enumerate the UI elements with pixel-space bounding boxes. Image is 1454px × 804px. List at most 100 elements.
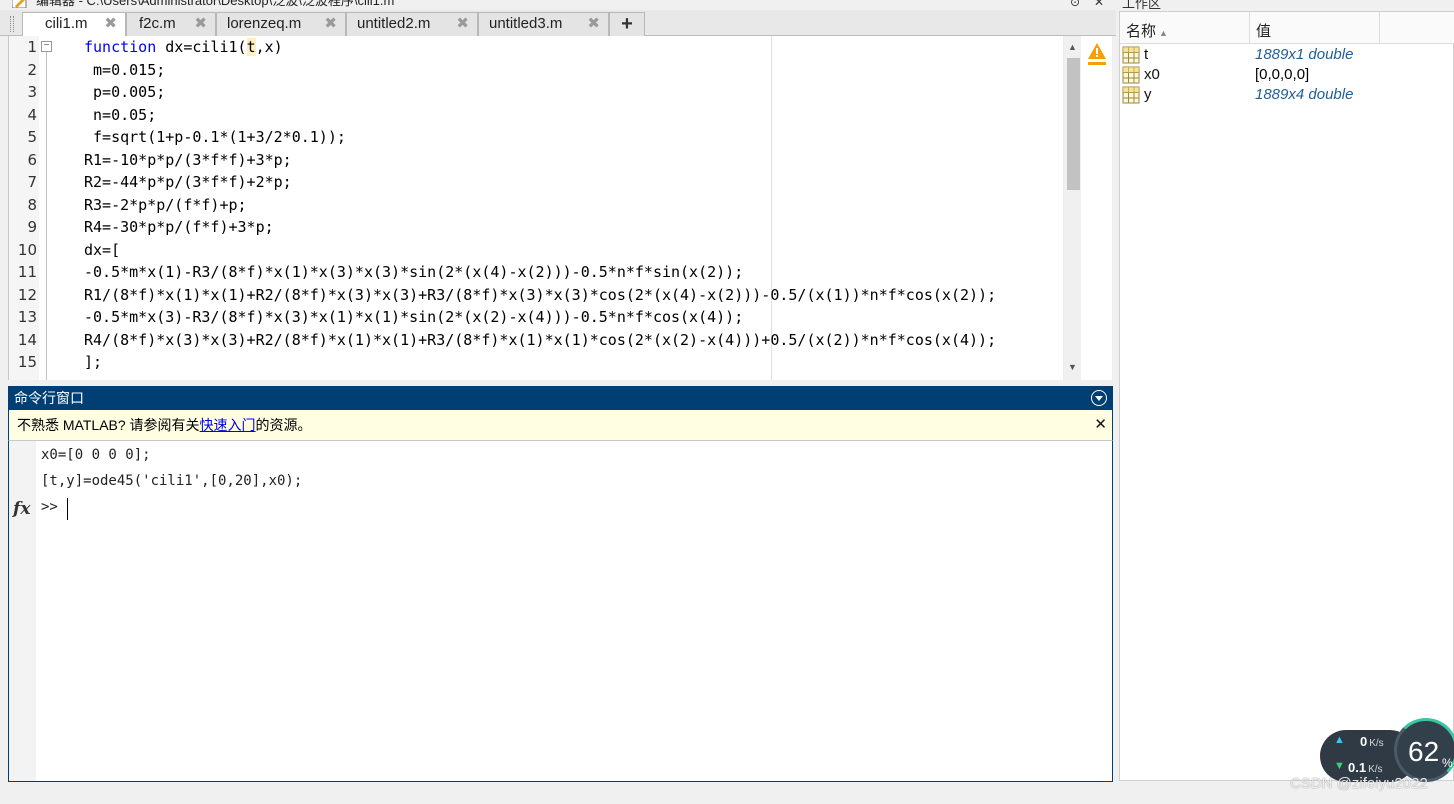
code-line-4: n=0.05; (84, 106, 157, 124)
upload-value: 0 (1360, 734, 1368, 749)
code-line-7: R2=-44*p*p/(3*f*f)+2*p; (84, 173, 292, 191)
line-number: 1 (27, 38, 37, 56)
code-line-10: dx=[ (84, 241, 121, 259)
speed-unit: K/s (1369, 738, 1384, 749)
tab-close-icon[interactable]: ✖ (194, 13, 207, 35)
command-window-header: 命令行窗口 (8, 386, 1113, 410)
command-window-title: 命令行窗口 (14, 390, 84, 406)
download-speed: 0.1 K/s (1348, 760, 1383, 775)
workspace-header: 名称 ▲ 值 (1120, 12, 1454, 44)
line-number: 10 (17, 241, 37, 259)
tab-close-icon[interactable]: ✖ (456, 13, 469, 35)
usage-percent: 62 (1408, 736, 1440, 767)
variable-value: [0,0,0,0] (1255, 66, 1310, 83)
variable-name: y (1144, 86, 1152, 103)
line-number: 12 (17, 286, 37, 304)
warning-icon[interactable] (1087, 42, 1107, 66)
code-line-2: m=0.015; (84, 61, 166, 79)
banner-text: 不熟悉 MATLAB? 请参阅有关 (17, 417, 200, 433)
network-speed-widget[interactable]: ▲ 0 K/s ▼ 0.1 K/s 62 % (1320, 718, 1454, 804)
fold-guide (46, 52, 47, 380)
matlab-window: 编辑器 - C:\Users\Administrator\Desktop\泛波\… (0, 0, 1454, 804)
tab-close-icon[interactable]: ✖ (587, 13, 600, 35)
line-number: 8 (27, 196, 37, 214)
drag-grip[interactable] (10, 16, 14, 32)
quick-start-link[interactable]: 快速入门 (200, 417, 256, 433)
column-divider[interactable] (1379, 12, 1380, 44)
code-text: ,x) (255, 38, 283, 56)
matrix-variable-icon (1122, 46, 1140, 64)
tab-label: lorenzeq.m (227, 15, 302, 32)
editor-actions-icon[interactable]: ⊙ (1070, 0, 1080, 9)
tab-close-icon[interactable]: ✖ (324, 13, 337, 35)
upload-arrow-icon: ▲ (1334, 734, 1345, 746)
code-line-9: R4=-30*p*p/(f*f)+3*p; (84, 218, 274, 236)
code-line-12: R1/(8*f)*x(1)*x(1)+R2/(8*f)*x(3)*x(3)+R3… (84, 286, 997, 304)
column-label: 名称 (1126, 23, 1157, 40)
variable-name: t (1144, 46, 1149, 63)
code-line-8: R3=-2*p*p/(f*f)+p; (84, 196, 247, 214)
code-line-15: ]; (84, 353, 103, 371)
tab-label: untitled2.m (357, 15, 431, 32)
line-number: 14 (17, 331, 37, 349)
watermark: CSDN @zifeiyu2022 (1290, 775, 1428, 792)
highlighted-variable: t (246, 38, 256, 56)
line-number: 4 (27, 106, 37, 124)
keyword: function (84, 38, 157, 56)
percent-symbol: % (1442, 756, 1453, 770)
tab-lorenzeq[interactable]: lorenzeq.m ✖ (216, 12, 346, 36)
line-number-gutter: 1 2 3 4 5 6 7 8 9 10 11 12 13 14 15 (9, 36, 39, 380)
editor-icon (12, 0, 27, 8)
getting-started-banner: 不熟悉 MATLAB? 请参阅有关快速入门的资源。 ✕ (8, 410, 1113, 440)
line-number: 9 (27, 218, 37, 236)
download-arrow-icon: ▼ (1334, 760, 1345, 772)
function-browser-icon[interactable]: fx (13, 499, 30, 519)
line-number: 13 (17, 308, 37, 326)
right-margin-line (771, 36, 772, 380)
upload-speed: 0 K/s (1360, 734, 1384, 749)
tab-untitled2[interactable]: untitled2.m ✖ (346, 12, 478, 36)
code-line-14: R4/(8*f)*x(3)*x(3)+R2/(8*f)*x(1)*x(1)+R3… (84, 331, 997, 349)
editor-close-icon[interactable]: ✕ (1094, 0, 1104, 9)
tab-untitled3[interactable]: untitled3.m ✖ (478, 12, 609, 36)
scroll-up-icon[interactable]: ▲ (1068, 42, 1077, 52)
download-value: 0.1 (1348, 760, 1367, 775)
variable-value: 1889x4 double (1255, 86, 1354, 103)
code-editor[interactable]: 1 2 3 4 5 6 7 8 9 10 11 12 13 14 15 − fu… (8, 36, 1112, 380)
code-line-6: R1=-10*p*p/(3*f*f)+3*p; (84, 151, 292, 169)
tab-label: f2c.m (139, 15, 176, 32)
line-number: 5 (27, 128, 37, 146)
tab-cili1[interactable]: cili1.m ✖ (22, 12, 126, 37)
close-icon[interactable]: ✕ (1094, 410, 1107, 440)
fold-toggle-icon[interactable]: − (41, 41, 52, 52)
editor-title: 编辑器 - C:\Users\Administrator\Desktop\泛波\… (36, 0, 395, 8)
code-line-11: -0.5*m*x(1)-R3/(8*f)*x(1)*x(3)*x(3)*sin(… (84, 263, 744, 281)
command-window[interactable]: x0=[0 0 0 0]; [t,y]=ode45('cili1',[0,20]… (8, 440, 1113, 782)
chevron-down-icon[interactable] (1091, 390, 1107, 406)
matrix-variable-icon (1122, 86, 1140, 104)
code-line-13: -0.5*m*x(3)-R3/(8*f)*x(3)*x(1)*x(1)*sin(… (84, 308, 744, 326)
editor-title-bar: 编辑器 - C:\Users\Administrator\Desktop\泛波\… (0, 0, 1116, 9)
tab-close-icon[interactable]: ✖ (104, 13, 117, 35)
scroll-down-icon[interactable]: ▼ (1068, 362, 1077, 372)
workspace-variable-row[interactable]: y 1889x4 double (1120, 85, 1454, 105)
workspace-variable-row[interactable]: t 1889x1 double (1120, 45, 1454, 65)
editor-scrollbar[interactable]: ▲ ▼ (1063, 36, 1081, 380)
code-line-1: function dx=cili1(t,x) (84, 38, 283, 56)
add-tab-button[interactable]: + (609, 12, 645, 36)
speed-unit: K/s (1368, 764, 1383, 775)
editor-tab-bar: cili1.m ✖ f2c.m ✖ lorenzeq.m ✖ untitled2… (0, 10, 1116, 37)
variable-name: x0 (1144, 66, 1160, 83)
column-divider[interactable] (1249, 12, 1250, 44)
sort-asc-icon: ▲ (1159, 28, 1168, 38)
command-history-line: [t,y]=ode45('cili1',[0,20],x0); (41, 473, 303, 489)
column-header-value[interactable]: 值 (1256, 20, 1271, 41)
tab-label: cili1.m (45, 15, 88, 32)
workspace-variable-row[interactable]: x0 [0,0,0,0] (1120, 65, 1454, 85)
line-number: 7 (27, 173, 37, 191)
command-history-line: x0=[0 0 0 0]; (41, 447, 151, 463)
line-number: 15 (17, 353, 37, 371)
scrollbar-thumb[interactable] (1067, 58, 1080, 190)
column-header-name[interactable]: 名称 ▲ (1126, 20, 1168, 41)
tab-f2c[interactable]: f2c.m ✖ (126, 12, 216, 36)
